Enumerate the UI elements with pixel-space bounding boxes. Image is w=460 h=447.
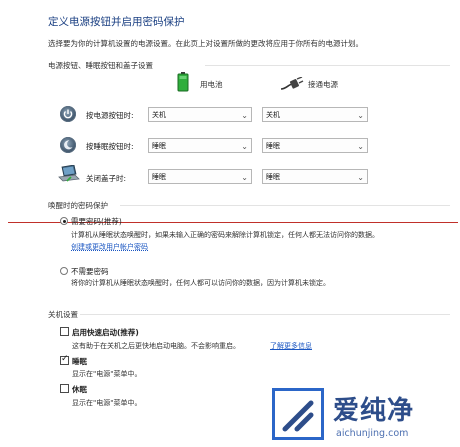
shutdown-section-heading: 关机设置 <box>48 310 78 319</box>
fast-startup-label: 启用快速启动(推荐) <box>72 328 139 337</box>
sleep-button-plugged-select[interactable]: 睡眠 ⌄ <box>262 138 368 153</box>
chevron-down-icon: ⌄ <box>357 173 364 182</box>
power-button-plugged-select[interactable]: 关机 ⌄ <box>262 107 368 122</box>
watermark-text: 爱纯净 <box>333 396 415 426</box>
power-button-icon <box>60 106 76 122</box>
learn-more-link[interactable]: 了解更多信息 <box>270 341 312 351</box>
select-value: 睡眠 <box>152 142 166 150</box>
chevron-down-icon: ⌄ <box>241 111 248 120</box>
row-label-sleep-button: 按睡眠按钮时: <box>86 142 134 151</box>
chevron-down-icon: ⌄ <box>357 142 364 151</box>
select-value: 睡眠 <box>152 173 166 181</box>
watermark-logo-mark <box>282 400 314 432</box>
watermark-logo-box <box>272 388 324 440</box>
chevron-down-icon: ⌄ <box>241 173 248 182</box>
watermark-url: aichunjing.com <box>336 428 409 439</box>
select-value: 关机 <box>152 111 166 119</box>
no-password-radio[interactable] <box>60 267 68 275</box>
sleep-button-battery-select[interactable]: 睡眠 ⌄ <box>148 138 252 153</box>
require-password-radio[interactable] <box>60 217 68 225</box>
sleep-option-desc: 显示在"电源"菜单中。 <box>72 370 142 378</box>
power-button-battery-select[interactable]: 关机 ⌄ <box>148 107 252 122</box>
sleep-checkbox[interactable]: ✓ <box>60 354 69 365</box>
fast-startup-desc: 这有助于在关机之后更快地启动电脑。不会影响重启。 <box>72 342 240 350</box>
section-divider <box>205 65 450 66</box>
section-divider <box>120 205 450 206</box>
password-section-heading: 唤醒时的密码保护 <box>48 201 108 210</box>
require-password-label: 需要密码(推荐) <box>71 217 122 226</box>
sleep-moon-icon <box>60 137 76 153</box>
hibernate-option-label: 休眠 <box>72 385 87 394</box>
laptop-lid-icon <box>58 164 80 183</box>
no-password-label: 不需要密码 <box>71 267 109 276</box>
power-section-heading: 电源按钮、睡眠按钮和盖子设置 <box>48 61 153 70</box>
sleep-option-label: 睡眠 <box>72 357 87 366</box>
page-title: 定义电源按钮并启用密码保护 <box>48 16 185 28</box>
change-password-link[interactable]: 创建或更改用户帐户密码 <box>71 242 148 252</box>
require-password-desc: 计算机从睡眠状态唤醒时，如果未输入正确的密码来解除计算机锁定，任何人都无法访问你… <box>71 231 379 239</box>
hibernate-option-desc: 显示在"电源"菜单中。 <box>72 399 142 407</box>
lid-plugged-select[interactable]: 睡眠 ⌄ <box>262 169 368 184</box>
col-battery-label: 用电池 <box>200 80 223 89</box>
row-label-lid: 关闭盖子时: <box>86 174 127 183</box>
col-plugged-label: 接通电源 <box>308 80 338 89</box>
page-subtitle: 选择要为你的计算机设置的电源设置。在此页上对设置所做的更改将应用于你所有的电源计… <box>48 39 363 48</box>
chevron-down-icon: ⌄ <box>241 142 248 151</box>
checkmark-icon: ✓ <box>61 354 69 364</box>
section-divider <box>80 314 450 315</box>
chevron-down-icon: ⌄ <box>357 111 364 120</box>
plug-icon <box>280 76 304 90</box>
hibernate-checkbox[interactable] <box>60 384 69 393</box>
battery-icon <box>177 72 189 92</box>
fast-startup-checkbox[interactable] <box>60 327 69 336</box>
lid-battery-select[interactable]: 睡眠 ⌄ <box>148 169 252 184</box>
row-label-power-button: 按电源按钮时: <box>86 111 134 120</box>
select-value: 睡眠 <box>266 142 280 150</box>
no-password-desc: 将你的计算机从睡眠状态唤醒时，任何人都可以访问你的数据，因为计算机未锁定。 <box>71 279 330 287</box>
select-value: 关机 <box>266 111 280 119</box>
select-value: 睡眠 <box>266 173 280 181</box>
